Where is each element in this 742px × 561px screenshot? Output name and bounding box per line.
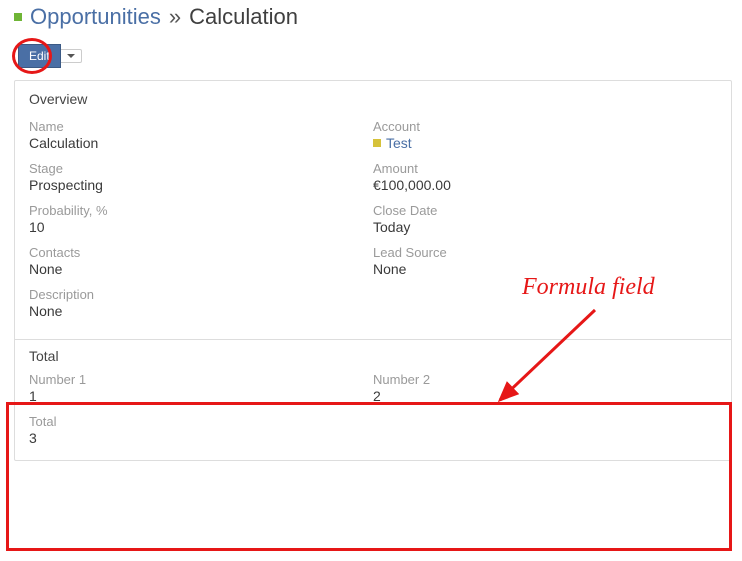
breadcrumb: Opportunities » Calculation <box>14 4 732 30</box>
description-label: Description <box>29 287 361 302</box>
number1-label: Number 1 <box>29 372 361 387</box>
account-status-icon <box>373 139 381 147</box>
description-value: None <box>29 303 361 319</box>
account-label: Account <box>373 119 705 134</box>
detail-panel: Overview Name Calculation Account Test S… <box>14 80 732 461</box>
edit-button[interactable]: Edit <box>18 44 61 68</box>
breadcrumb-current: Calculation <box>189 4 298 30</box>
leadsource-label: Lead Source <box>373 245 705 260</box>
total-value: 3 <box>29 430 361 446</box>
account-value[interactable]: Test <box>373 135 705 151</box>
total-label: Total <box>29 414 361 429</box>
number2-label: Number 2 <box>373 372 705 387</box>
breadcrumb-separator: » <box>169 4 181 30</box>
name-value: Calculation <box>29 135 361 151</box>
leadsource-value: None <box>373 261 705 277</box>
status-square-icon <box>14 13 22 21</box>
closedate-value: Today <box>373 219 705 235</box>
number1-value: 1 <box>29 388 361 404</box>
overview-body: Name Calculation Account Test Stage Pros… <box>15 113 731 339</box>
account-link-text: Test <box>386 135 412 151</box>
amount-label: Amount <box>373 161 705 176</box>
edit-dropdown-button[interactable] <box>61 49 82 63</box>
number2-value: 2 <box>373 388 705 404</box>
probability-label: Probability, % <box>29 203 361 218</box>
total-heading: Total <box>29 348 717 372</box>
name-label: Name <box>29 119 361 134</box>
caret-down-icon <box>67 54 75 58</box>
stage-label: Stage <box>29 161 361 176</box>
stage-value: Prospecting <box>29 177 361 193</box>
overview-heading: Overview <box>15 81 731 113</box>
contacts-value: None <box>29 261 361 277</box>
probability-value: 10 <box>29 219 361 235</box>
total-panel: Total Number 1 1 Number 2 2 Total 3 <box>15 339 731 460</box>
breadcrumb-section-link[interactable]: Opportunities <box>30 4 161 30</box>
closedate-label: Close Date <box>373 203 705 218</box>
action-button-row: Edit <box>14 44 732 68</box>
amount-value: €100,000.00 <box>373 177 705 193</box>
contacts-label: Contacts <box>29 245 361 260</box>
